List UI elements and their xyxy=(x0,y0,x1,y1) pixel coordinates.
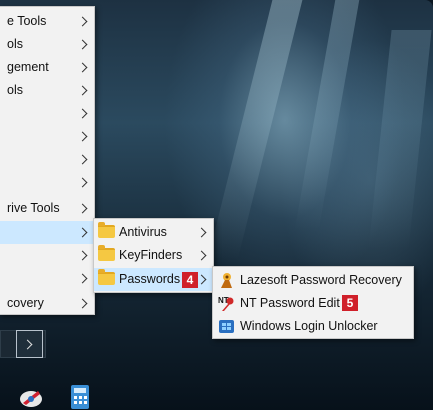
windows-login-unlocker-icon xyxy=(219,320,234,333)
chevron-right-icon xyxy=(77,108,88,119)
chevron-right-icon xyxy=(77,131,88,142)
menu-item[interactable] xyxy=(0,148,94,171)
menu-item-lazesoft-password-recovery[interactable]: Lazesoft Password Recovery xyxy=(213,269,413,292)
passwords-submenu: Lazesoft Password Recovery NT NT Passwor… xyxy=(212,266,414,339)
menu-item-nt-password-edit[interactable]: NT NT Password Edit 5 xyxy=(213,292,413,315)
menu-item-label: ols xyxy=(7,83,23,97)
menu-item[interactable]: e Tools xyxy=(0,10,94,33)
submenu-item-keyfinders[interactable]: KeyFinders xyxy=(94,244,213,267)
menu-item[interactable]: gement xyxy=(0,56,94,79)
chevron-right-icon xyxy=(77,39,88,50)
lazesoft-icon xyxy=(221,273,232,288)
step-badge: 4 xyxy=(182,272,198,288)
submenu-item-label: KeyFinders xyxy=(119,248,183,262)
menu-item-highlighted[interactable] xyxy=(0,221,94,244)
light-beam xyxy=(294,0,360,230)
chevron-right-icon xyxy=(77,273,88,284)
chevron-right-icon xyxy=(77,16,88,27)
folder-icon xyxy=(98,269,115,285)
menu-item-label: ols xyxy=(7,37,23,51)
folder-icon xyxy=(98,222,115,238)
light-beam xyxy=(207,0,303,260)
step-badge: 5 xyxy=(342,295,358,311)
menu-item[interactable] xyxy=(0,267,94,290)
calculator-icon[interactable] xyxy=(70,384,90,410)
start-menu: e Tools ols gement ols rive Tools covery xyxy=(0,6,95,315)
menu-item-label: e Tools xyxy=(7,14,47,28)
chevron-right-icon xyxy=(77,177,88,188)
menu-item-windows-login-unlocker[interactable]: Windows Login Unlocker xyxy=(213,315,413,338)
nt-password-edit-icon: NT xyxy=(218,296,234,311)
menu-item-label: rive Tools xyxy=(7,201,60,215)
menu-item[interactable] xyxy=(0,171,94,194)
chevron-right-icon xyxy=(196,274,207,285)
submenu-item-passwords[interactable]: Passwords 4 xyxy=(94,268,213,291)
chevron-right-icon xyxy=(22,339,33,350)
submenu-item-label: Passwords xyxy=(119,272,181,286)
menu-item-label: NT Password Edit xyxy=(240,296,340,310)
chevron-right-icon xyxy=(196,250,207,261)
chevron-right-icon xyxy=(77,154,88,165)
submenu-item-antivirus[interactable]: Antivirus xyxy=(94,221,213,244)
chevron-right-icon xyxy=(77,62,88,73)
menu-item-label: covery xyxy=(7,296,44,310)
chevron-right-icon xyxy=(77,250,88,261)
tools-submenu: Antivirus KeyFinders Passwords 4 xyxy=(93,218,214,293)
menu-item[interactable]: ols xyxy=(0,79,94,102)
app-icon-1[interactable] xyxy=(18,385,44,409)
menu-item[interactable] xyxy=(0,102,94,125)
light-beam xyxy=(368,30,432,250)
expand-button[interactable] xyxy=(16,330,43,358)
menu-item-label: gement xyxy=(7,60,49,74)
submenu-item-label: Antivirus xyxy=(119,225,167,239)
folder-icon xyxy=(98,245,115,261)
menu-item[interactable]: rive Tools xyxy=(0,197,94,220)
menu-item[interactable]: ols xyxy=(0,33,94,56)
chevron-right-icon xyxy=(77,298,88,309)
chevron-right-icon xyxy=(77,227,88,238)
menu-item-label: Lazesoft Password Recovery xyxy=(240,273,402,287)
chevron-right-icon xyxy=(77,85,88,96)
menu-item[interactable] xyxy=(0,125,94,148)
menu-item[interactable] xyxy=(0,244,94,267)
chevron-right-icon xyxy=(77,203,88,214)
menu-item-label: Windows Login Unlocker xyxy=(240,319,378,333)
chevron-right-icon xyxy=(196,227,207,238)
menu-item[interactable]: covery xyxy=(0,292,94,315)
